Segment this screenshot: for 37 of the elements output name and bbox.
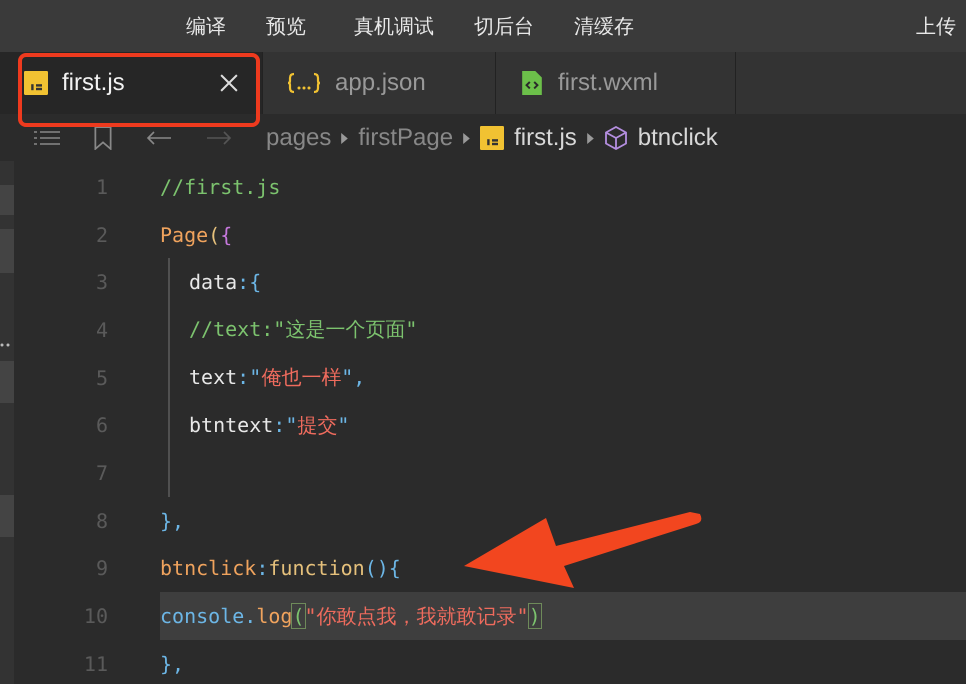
cube-icon <box>604 126 628 150</box>
chevron-icon <box>341 132 348 144</box>
toolbar-button[interactable]: 编译 <box>186 12 226 40</box>
toolbar-button[interactable]: 清缓存 <box>574 12 634 40</box>
js-file-icon <box>480 126 504 150</box>
breadcrumb-item[interactable]: firstPage <box>358 124 454 152</box>
breadcrumb-item[interactable]: first.js <box>514 124 577 152</box>
js-file-icon <box>24 71 48 95</box>
code-file-icon <box>520 71 544 95</box>
breadcrumb-item[interactable]: pages <box>266 124 332 152</box>
chevron-icon <box>463 132 470 144</box>
code-line: Page({ <box>160 222 232 247</box>
sidebar-item[interactable] <box>0 361 14 403</box>
dots-icon <box>0 343 10 347</box>
close-icon[interactable] <box>220 74 238 92</box>
braces-icon <box>287 71 321 95</box>
code-line: btntext:"提交" <box>189 412 350 439</box>
toolbar-button[interactable]: 预览 <box>266 12 306 40</box>
chevron-icon <box>586 132 594 144</box>
toolbar-button[interactable]: 真机调试 <box>354 12 434 40</box>
editor-tab[interactable]: first.js <box>0 52 263 114</box>
sidebar-item[interactable] <box>0 495 14 537</box>
sidebar-item[interactable] <box>0 185 14 215</box>
code-line: //first.js <box>160 174 280 199</box>
code-line: }, <box>160 652 184 676</box>
code-line: btnclick:function(){ <box>160 556 401 580</box>
list-icon[interactable] <box>34 128 60 148</box>
code-line: text:"俺也一样", <box>189 364 366 392</box>
code-line: data:{ <box>189 270 262 294</box>
code-line: //text:"这是一个页面" <box>189 316 418 344</box>
code-line: console.log("你敢点我，我就敢记录") <box>160 602 541 630</box>
toolbar-button[interactable]: 切后台 <box>474 12 534 40</box>
sidebar-item[interactable] <box>0 229 14 273</box>
breadcrumb-item[interactable]: btnclick <box>638 124 718 152</box>
bookmark-icon[interactable] <box>94 126 112 150</box>
toolbar-button[interactable]: 上传 <box>916 12 956 40</box>
code-line: }, <box>160 508 184 533</box>
